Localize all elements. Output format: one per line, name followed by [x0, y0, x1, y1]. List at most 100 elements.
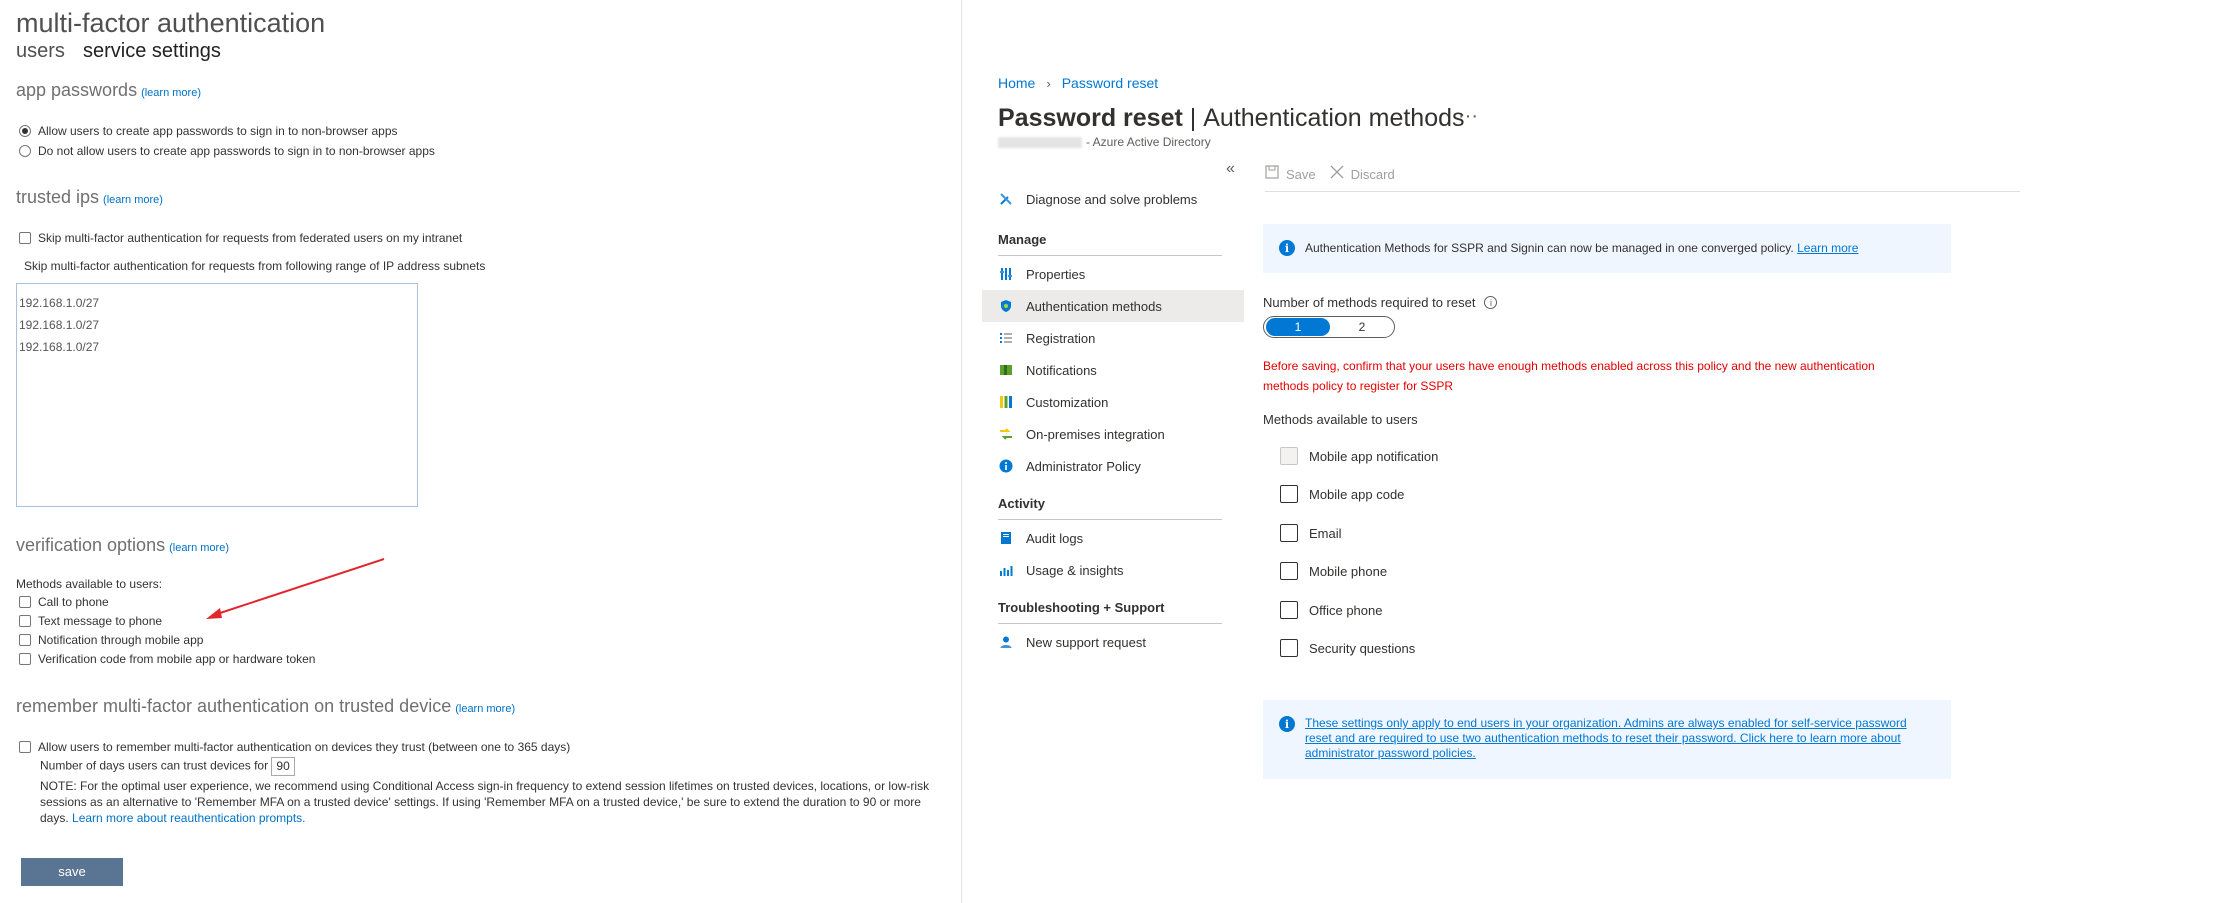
- admin-policy-link[interactable]: These settings only apply to end users i…: [1305, 716, 1935, 779]
- nav-usage-insights[interactable]: Usage & insights: [982, 554, 1244, 586]
- ip-entry: 192.168.1.0/27: [19, 296, 100, 310]
- method-security-questions[interactable]: Security questions: [1280, 639, 1415, 657]
- verification-options-heading: verification options (learn more): [16, 535, 229, 555]
- checkbox[interactable]: [1280, 485, 1298, 503]
- page-title: multi-factor authentication: [16, 8, 326, 38]
- tab-service-settings[interactable]: service settings: [83, 40, 221, 63]
- text-message-checkbox[interactable]: Text message to phone: [19, 614, 162, 628]
- remember-mfa-checkbox[interactable]: Allow users to remember multi-factor aut…: [19, 740, 570, 754]
- list-icon: [998, 330, 1014, 346]
- breadcrumb-home-link[interactable]: Home: [998, 75, 1035, 91]
- ip-ranges-textarea[interactable]: 192.168.1.0/27 192.168.1.0/27 192.168.1.…: [16, 283, 418, 507]
- toolbar-divider: [1265, 191, 2020, 192]
- radio-selected[interactable]: [19, 125, 31, 137]
- trusted-ips-learn-more-link[interactable]: (learn more): [103, 194, 163, 206]
- verification-code-checkbox[interactable]: Verification code from mobile app or har…: [19, 652, 315, 666]
- info-icon: i: [1279, 716, 1295, 732]
- info-tooltip-icon[interactable]: i: [1484, 296, 1498, 309]
- nav-divider: [998, 623, 1222, 624]
- annotation-arrow-icon: [206, 558, 385, 619]
- checkbox[interactable]: [19, 634, 31, 646]
- methods-available-label: Methods available to users: [1263, 412, 1418, 427]
- verification-learn-more-link[interactable]: (learn more): [169, 542, 229, 554]
- methods-required-toggle[interactable]: 1 2: [1263, 316, 1395, 338]
- checkbox[interactable]: [1280, 562, 1298, 580]
- nav-customization[interactable]: Customization: [982, 386, 1244, 418]
- method-mobile-phone[interactable]: Mobile phone: [1280, 562, 1387, 580]
- method-email[interactable]: Email: [1280, 524, 1342, 542]
- trust-days-row: Number of days users can trust devices f…: [40, 757, 296, 776]
- nav-diagnose[interactable]: Diagnose and solve problems: [982, 183, 1244, 215]
- nav-divider: [998, 255, 1222, 256]
- nav-authentication-methods[interactable]: Authentication methods: [982, 290, 1244, 322]
- more-options-icon[interactable]: ···: [1458, 105, 1478, 128]
- info-icon: i: [1279, 240, 1295, 256]
- toolbar-discard-button[interactable]: Discard: [1330, 165, 1395, 183]
- close-icon: [1330, 165, 1344, 183]
- person-icon: [998, 634, 1014, 650]
- radio-unselected[interactable]: [19, 145, 31, 157]
- converged-policy-banner: i Authentication Methods for SSPR and Si…: [1263, 224, 1951, 273]
- save-icon: [1265, 165, 1279, 183]
- collapse-menu-icon[interactable]: «: [1226, 160, 1235, 178]
- tab-users[interactable]: users: [16, 40, 65, 63]
- call-to-phone-checkbox[interactable]: Call to phone: [19, 595, 109, 609]
- remember-learn-more-link[interactable]: (learn more): [455, 703, 515, 715]
- checkbox[interactable]: [19, 596, 31, 608]
- toggle-option-2[interactable]: 2: [1330, 318, 1394, 336]
- mfa-settings-pane: multi-factor authentication users servic…: [0, 0, 960, 903]
- trust-days-input[interactable]: 90: [271, 757, 296, 776]
- mobile-app-notification-checkbox[interactable]: Notification through mobile app: [19, 633, 203, 647]
- learn-more-link[interactable]: Learn more: [1797, 241, 1858, 255]
- checkbox[interactable]: [1280, 447, 1298, 465]
- allow-app-passwords-radio[interactable]: Allow users to create app passwords to s…: [19, 124, 398, 138]
- remember-mfa-heading: remember multi-factor authentication on …: [16, 696, 516, 716]
- checkbox[interactable]: [1280, 524, 1298, 542]
- customization-icon: [998, 394, 1014, 410]
- nav-group-manage: Manage: [998, 232, 1047, 247]
- checkbox[interactable]: [19, 741, 31, 753]
- reauthentication-link[interactable]: Learn more about reauthentication prompt…: [72, 811, 305, 825]
- nav-audit-logs[interactable]: Audit logs: [982, 522, 1244, 554]
- checkbox[interactable]: [1280, 601, 1298, 619]
- checkbox[interactable]: [19, 653, 31, 665]
- breadcrumb: Home › Password reset: [998, 75, 1158, 91]
- method-mobile-app-code[interactable]: Mobile app code: [1280, 485, 1404, 503]
- nav-administrator-policy[interactable]: Administrator Policy: [982, 450, 1244, 482]
- book-icon: [998, 530, 1014, 546]
- methods-required-label: Number of methods required to reset i: [1263, 295, 1498, 310]
- toggle-option-1[interactable]: 1: [1266, 318, 1330, 336]
- method-office-phone[interactable]: Office phone: [1280, 601, 1382, 619]
- app-passwords-heading: app passwords (learn more): [16, 80, 201, 100]
- redacted-tenant-name: [998, 136, 1082, 148]
- notification-icon: [998, 362, 1014, 378]
- disallow-app-passwords-radio[interactable]: Do not allow users to create app passwor…: [19, 144, 435, 158]
- ip-range-label: Skip multi-factor authentication for req…: [24, 259, 486, 273]
- toolbar-save-button[interactable]: Save: [1265, 165, 1316, 183]
- blade-subtitle: - Azure Active Directory: [998, 135, 1211, 149]
- checkbox[interactable]: [19, 615, 31, 627]
- ip-entry: 192.168.1.0/27: [19, 318, 100, 332]
- wrench-icon: [998, 191, 1014, 207]
- save-button[interactable]: save: [21, 858, 123, 886]
- nav-registration[interactable]: Registration: [982, 322, 1244, 354]
- nav-properties[interactable]: Properties: [982, 258, 1244, 290]
- nav-on-premises-integration[interactable]: On-premises integration: [982, 418, 1244, 450]
- breadcrumb-password-reset-link[interactable]: Password reset: [1062, 75, 1158, 91]
- checkbox[interactable]: [1280, 639, 1298, 657]
- nav-notifications[interactable]: Notifications: [982, 354, 1244, 386]
- nav-new-support-request[interactable]: New support request: [982, 626, 1244, 658]
- shield-icon: [998, 298, 1014, 314]
- pane-divider: [961, 0, 962, 903]
- warning-message: Before saving, confirm that your users h…: [1263, 359, 1875, 393]
- app-passwords-learn-more-link[interactable]: (learn more): [141, 87, 201, 99]
- methods-label: Methods available to users:: [16, 577, 163, 591]
- chevron-right-icon: ›: [1046, 75, 1051, 91]
- method-mobile-app-notification[interactable]: Mobile app notification: [1280, 447, 1438, 465]
- integration-icon: [998, 426, 1014, 442]
- skip-federated-checkbox[interactable]: Skip multi-factor authentication for req…: [19, 231, 462, 245]
- info-icon: [998, 458, 1014, 474]
- command-bar: Save Discard: [1265, 165, 1409, 183]
- checkbox[interactable]: [19, 232, 31, 244]
- ip-entry: 192.168.1.0/27: [19, 340, 100, 354]
